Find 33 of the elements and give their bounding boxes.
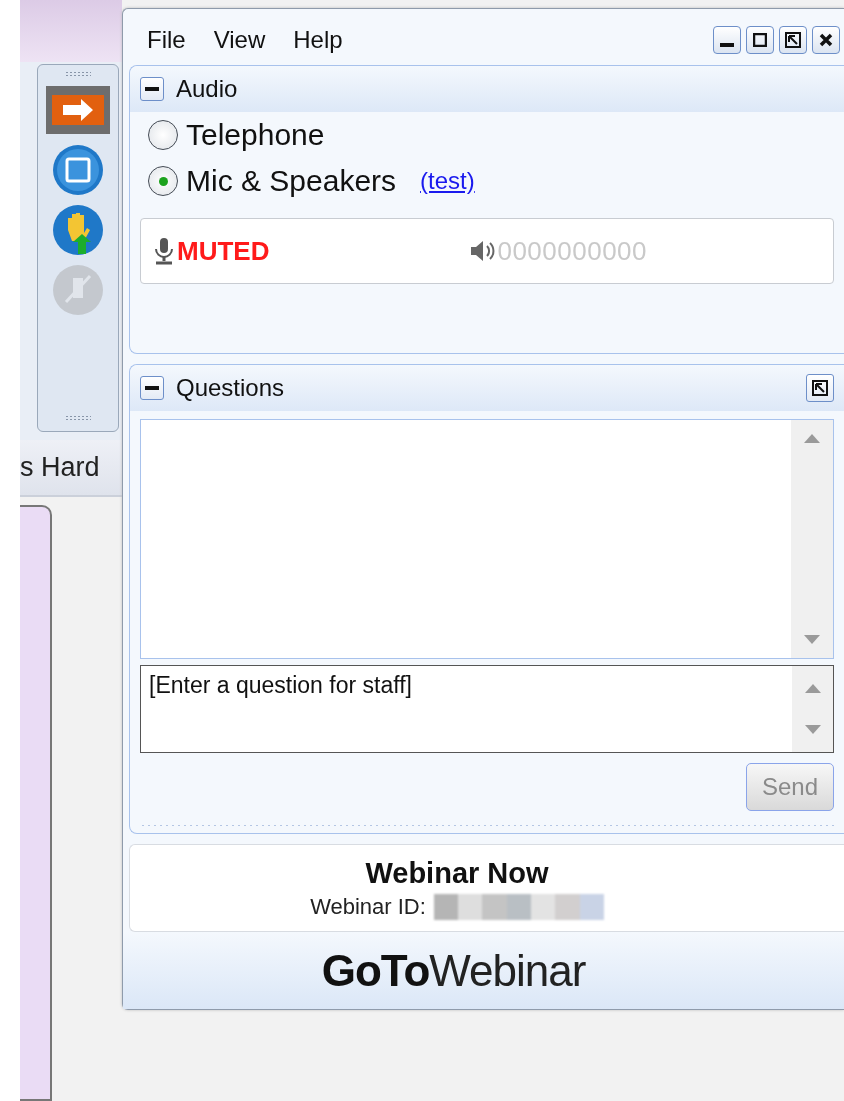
radio-option[interactable]: Mic & Speakers (test) — [130, 158, 844, 204]
restore-icon — [785, 32, 801, 48]
section-title: Questions — [176, 374, 285, 402]
logo: GoToWebinar — [321, 945, 586, 996]
webinar-id-label: Webinar ID: — [310, 893, 426, 920]
close-button[interactable] — [812, 26, 840, 54]
test-link[interactable]: (test) — [420, 167, 475, 195]
mic-status: MUTED — [177, 235, 270, 267]
minus-icon — [145, 87, 159, 91]
toolbar-button[interactable] — [45, 83, 111, 137]
radio-button[interactable] — [148, 120, 178, 150]
hand-raise-icon — [52, 204, 104, 256]
microphone-icon — [153, 237, 175, 265]
menu-item[interactable]: View — [213, 26, 266, 54]
maximize-button[interactable] — [746, 26, 774, 54]
maximize-icon — [753, 33, 767, 47]
menu-item[interactable]: Help — [293, 26, 343, 54]
minus-icon — [145, 386, 159, 390]
menu-item[interactable]: File — [147, 26, 186, 54]
section-title: Audio — [176, 75, 238, 103]
minimize-icon — [720, 43, 734, 47]
collapse-button[interactable] — [140, 77, 164, 101]
webinar-title: Webinar Now — [365, 856, 549, 890]
radio-button[interactable] — [148, 166, 178, 196]
collapse-button[interactable] — [140, 376, 164, 400]
mic-off-icon — [52, 264, 104, 316]
radio-option[interactable]: Telephone — [130, 112, 844, 158]
close-icon — [819, 33, 833, 47]
restore-button[interactable] — [779, 26, 807, 54]
restore-icon — [812, 380, 828, 396]
popout-button[interactable] — [806, 374, 834, 402]
background-tab-text: s Hard — [20, 452, 100, 483]
minimize-button[interactable] — [713, 26, 741, 54]
